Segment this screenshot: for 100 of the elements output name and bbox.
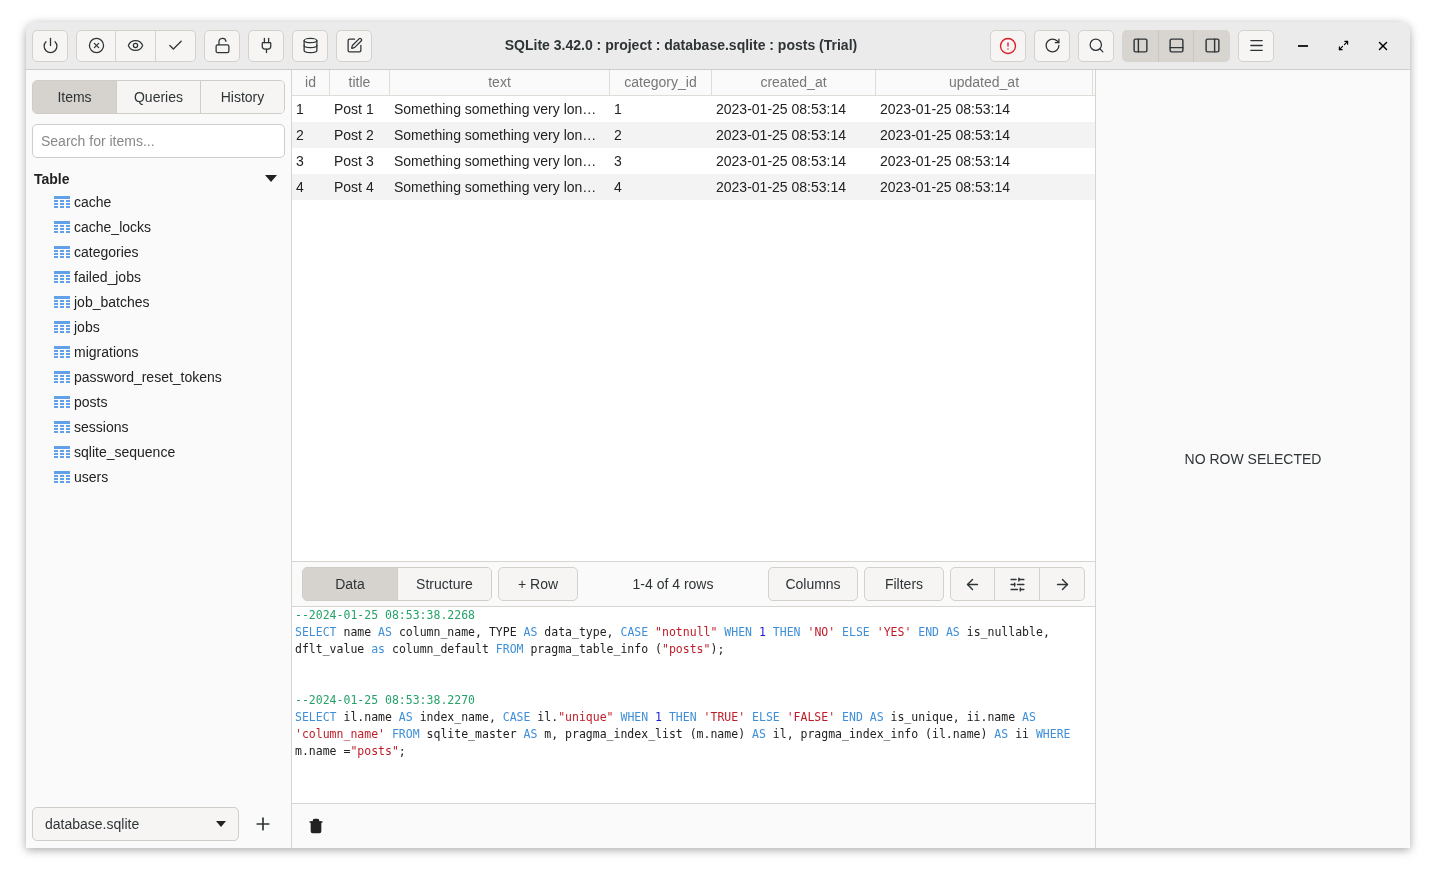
sidebar-tab[interactable]: History <box>200 81 284 113</box>
lock-icon <box>213 37 231 54</box>
table-icon <box>54 471 70 484</box>
minimize-icon <box>1298 44 1308 47</box>
table-icon <box>54 371 70 384</box>
table-cell-text: Something something very lon… <box>393 177 598 197</box>
filters-button[interactable]: Filters <box>864 567 944 601</box>
table-cell-text: 4 <box>295 177 305 197</box>
table-cell-text: 2023-01-25 08:53:14 <box>879 177 1011 197</box>
table-icon <box>54 196 70 209</box>
table-cell-text: 2023-01-25 08:53:14 <box>715 177 847 197</box>
table-icon <box>54 296 70 309</box>
column-header[interactable]: id <box>292 70 330 95</box>
table-cell-text: 2 <box>613 125 623 145</box>
database-button[interactable] <box>292 29 328 62</box>
table-icon <box>54 246 70 259</box>
table-item[interactable]: failed_jobs <box>74 267 141 288</box>
table-icon <box>54 321 70 334</box>
table-cell-text: 2023-01-25 08:53:14 <box>715 99 847 119</box>
column-header[interactable]: created_at <box>712 70 876 95</box>
column-header[interactable]: text <box>390 70 610 95</box>
database-select[interactable]: database.sqlite <box>32 807 239 841</box>
view-tab[interactable]: Structure <box>397 568 491 600</box>
edit-icon <box>345 37 363 54</box>
sidebar-tab[interactable]: Queries <box>116 81 200 113</box>
table-icon <box>54 421 70 434</box>
lock-button[interactable] <box>204 29 240 62</box>
bottom-panel-button[interactable] <box>1158 29 1194 62</box>
table-cell-text: Post 4 <box>333 177 375 197</box>
table-item[interactable]: password_reset_tokens <box>74 367 222 388</box>
table-icon <box>54 346 70 359</box>
table-cell-text: 3 <box>613 151 623 171</box>
table-cell-text: 2 <box>295 125 305 145</box>
table-item[interactable]: posts <box>74 392 108 413</box>
table-cell-text: Post 1 <box>333 99 375 119</box>
edit-button[interactable] <box>336 29 372 62</box>
alert-icon <box>999 36 1017 55</box>
log-line: --2024-01-25 08:53:38.2270 <box>295 692 476 709</box>
column-header[interactable]: updated_at <box>876 70 1093 95</box>
bottom-panel-icon <box>1167 37 1185 54</box>
alert-button[interactable] <box>990 29 1026 62</box>
table-item[interactable]: cache <box>74 192 112 213</box>
table-cell-text: 1 <box>613 99 623 119</box>
empty-message: NO ROW SELECTED <box>1184 449 1322 469</box>
table-cell-text: Something something very lon… <box>393 99 598 119</box>
plug-button[interactable] <box>248 29 284 62</box>
table-cell-text: Post 2 <box>333 125 375 145</box>
maximize-icon <box>1337 40 1349 51</box>
table-cell-text: Something something very lon… <box>393 151 598 171</box>
settings-button[interactable] <box>995 567 1040 601</box>
eye-icon <box>127 37 144 54</box>
eye-button[interactable] <box>116 29 156 62</box>
table-icon <box>54 446 70 459</box>
column-header[interactable]: title <box>330 70 390 95</box>
refresh-icon <box>1043 37 1061 54</box>
table-item[interactable]: categories <box>74 242 139 263</box>
column-header[interactable]: category_id <box>610 70 712 95</box>
table-cell-text: 2023-01-25 08:53:14 <box>715 125 847 145</box>
table-item[interactable]: sessions <box>74 417 129 438</box>
search-button[interactable] <box>1078 29 1114 62</box>
log-line: --2024-01-25 08:53:38.2268 <box>295 607 476 624</box>
menu-icon <box>1247 37 1265 54</box>
add-row-button[interactable]: + Row <box>498 567 578 601</box>
search-icon <box>1087 37 1105 54</box>
table-cell-text: Post 3 <box>333 151 375 171</box>
right-panel-icon <box>1203 37 1221 54</box>
log-line: SELECT name AS column_name, TYPE AS data_type, CASE "notnull" WHEN 1 THEN 'NO' ELSE 'YES' END AS is_nullable, dflt_value as column_default FROM pragma_table_info ("posts"); <box>295 624 1051 658</box>
menu-button[interactable] <box>1238 29 1274 62</box>
left-panel-icon <box>1131 37 1149 54</box>
table-item[interactable]: migrations <box>74 342 139 363</box>
view-tab[interactable]: Data <box>303 568 397 600</box>
table-cell-text: 1 <box>295 99 305 119</box>
table-item[interactable]: users <box>74 467 109 488</box>
table-item[interactable]: jobs <box>74 317 100 338</box>
table-cell-text: 2023-01-25 08:53:14 <box>715 151 847 171</box>
expander-icon[interactable] <box>265 175 277 183</box>
table-cell-text: 2023-01-25 08:53:14 <box>879 99 1011 119</box>
check-button[interactable] <box>156 29 196 62</box>
table-item[interactable]: sqlite_sequence <box>74 442 176 463</box>
table-cell-text: 2023-01-25 08:53:14 <box>879 151 1011 171</box>
table-cell-text: Something something very lon… <box>393 125 598 145</box>
sidebar-tab[interactable]: Items <box>33 81 116 113</box>
table-cell-text: 2023-01-25 08:53:14 <box>879 125 1011 145</box>
dropdown-icon <box>216 821 226 827</box>
table-cell-text: 4 <box>613 177 623 197</box>
trash-icon[interactable] <box>308 818 324 834</box>
log-line: SELECT il.name AS index_name, CASE il."unique" WHEN 1 THEN 'TRUE' ELSE 'FALSE' END AS is_unique, ii.name AS 'column_name' FROM sqlite_master AS m, pragma_index_list (m.name) AS il, pragma_index_info (il.name) AS ii WHERE m.name ="posts"; <box>295 709 1072 760</box>
table-item[interactable]: cache_locks <box>74 217 152 238</box>
refresh-button[interactable] <box>1034 29 1070 62</box>
table-icon <box>54 396 70 409</box>
table-icon <box>54 221 70 234</box>
table-item[interactable]: job_batches <box>74 292 150 313</box>
columns-button[interactable]: Columns <box>768 567 858 601</box>
close-circle-button[interactable] <box>76 29 116 62</box>
search-field[interactable]: Search for items... <box>32 124 285 158</box>
database-icon <box>301 37 319 54</box>
window-title: SQLite 3.42.0 : project : database.sqlite : posts (Trial) <box>504 36 858 55</box>
table-cell-text: 3 <box>295 151 305 171</box>
circle-x-icon <box>87 37 105 54</box>
power-button[interactable] <box>32 29 68 62</box>
